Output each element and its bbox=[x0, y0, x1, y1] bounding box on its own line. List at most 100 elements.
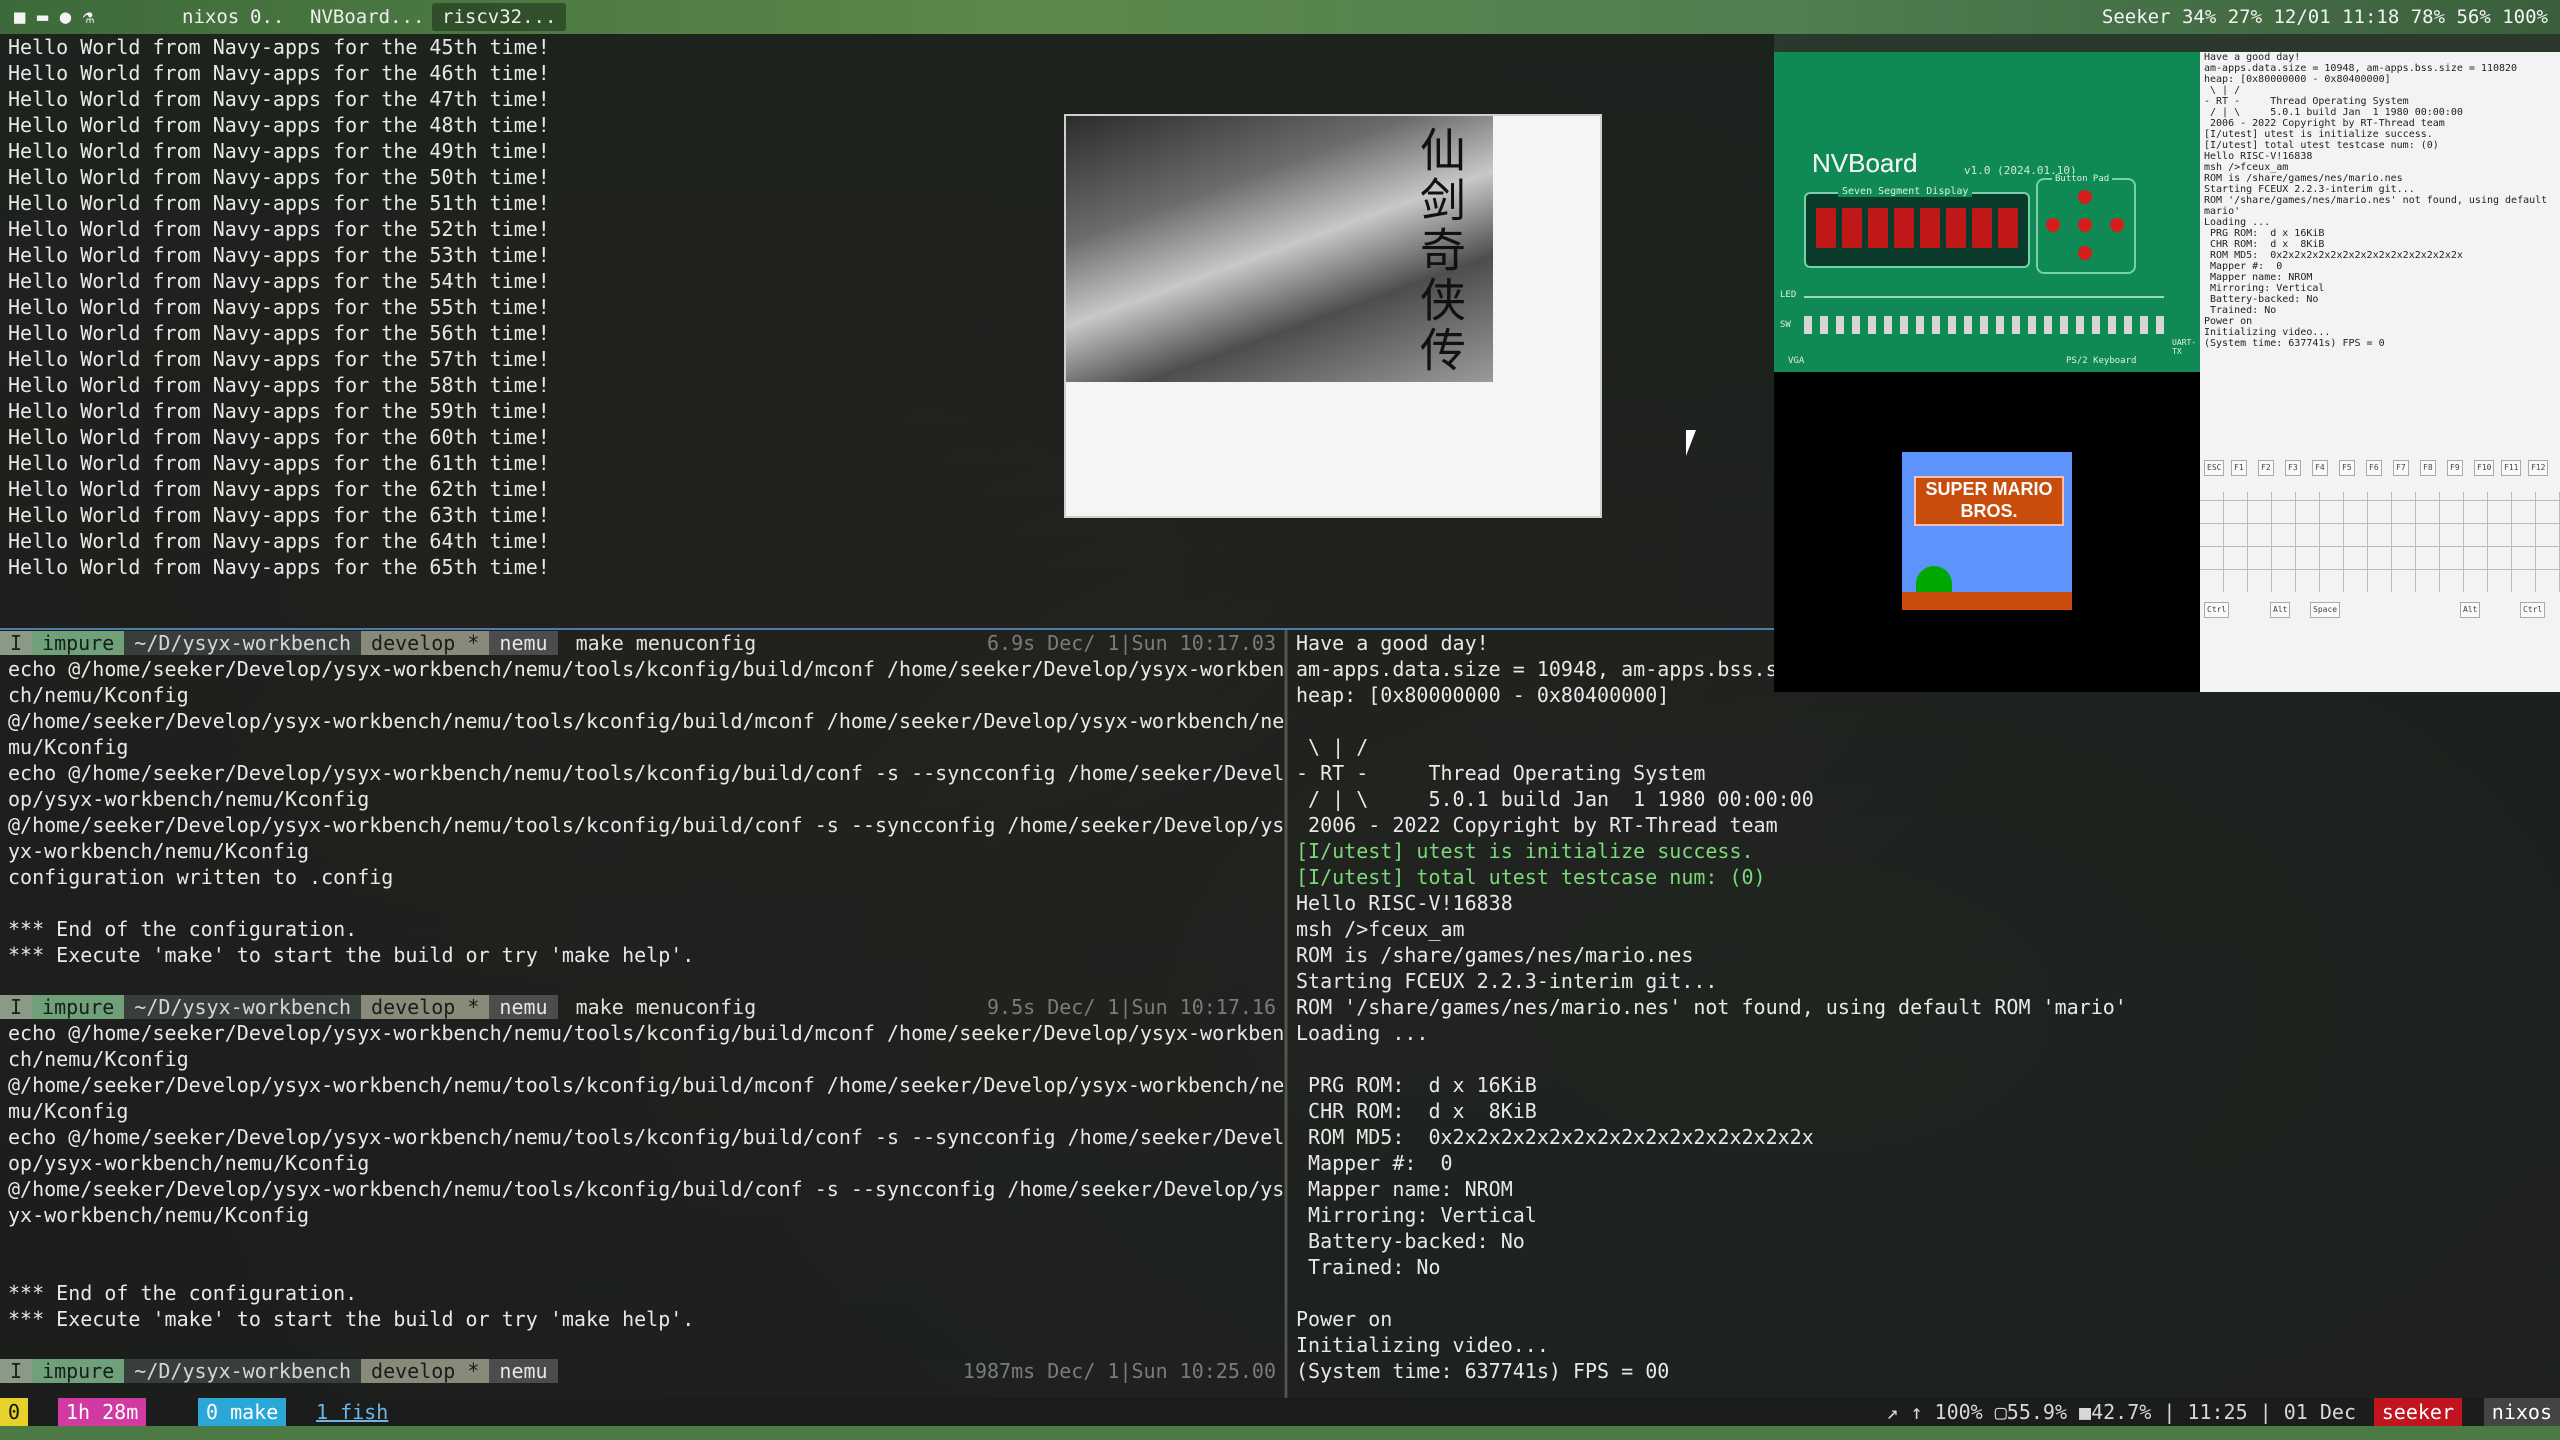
prompt-dir: nemu bbox=[489, 631, 558, 655]
pal-game-window[interactable]: 仙剑奇侠传 bbox=[1064, 114, 1602, 518]
keyboard-key[interactable]: F12 bbox=[2528, 460, 2549, 476]
prompt-dir: nemu bbox=[489, 995, 558, 1019]
keyboard-key[interactable]: F3 bbox=[2285, 460, 2301, 476]
terminal-line: Hello RISC-V!16838 bbox=[1296, 891, 1513, 915]
pad-button-down[interactable] bbox=[2078, 246, 2092, 260]
keyboard-key[interactable]: F8 bbox=[2420, 460, 2436, 476]
terminal-line: ROM MD5: 0x2x2x2x2x2x2x2x2x2x2x2x2x2x2x2… bbox=[1296, 1125, 1814, 1149]
shell-prompt[interactable]: I impure ~/D/ysyx-workbench develop * ne… bbox=[0, 1358, 1284, 1384]
uart-line: Mapper name: NROM bbox=[2204, 272, 2313, 283]
uart-line: Initializing video... bbox=[2204, 327, 2331, 338]
keyboard-key[interactable]: F5 bbox=[2339, 460, 2355, 476]
keyboard-key[interactable]: ESC bbox=[2204, 460, 2225, 476]
terminal-line: Hello World from Navy-apps for the 47th … bbox=[8, 87, 550, 111]
pad-button-right[interactable] bbox=[2110, 218, 2124, 232]
terminal-line: (System time: 637741s) FPS = 00 bbox=[1296, 1359, 1670, 1383]
launcher-icon[interactable]: ■ ▬ ● ⚗ bbox=[14, 4, 94, 30]
nvboard-title-text: NVBoard bbox=[1812, 148, 1918, 178]
workspace-2[interactable]: 0.. bbox=[240, 3, 294, 31]
tab-fish[interactable]: 1 fish bbox=[308, 1398, 396, 1426]
terminal-line: Hello World from Navy-apps for the 45th … bbox=[8, 35, 550, 59]
terminal-line: / | \ 5.0.1 build Jan 1 1980 00:00:00 bbox=[1296, 787, 1814, 811]
segment-digit bbox=[1920, 208, 1940, 248]
uart-line: ROM '/share/games/nes/mario.nes' not fou… bbox=[2204, 195, 2548, 206]
seven-segment-display bbox=[1804, 192, 2030, 268]
prompt-host: impure bbox=[32, 995, 125, 1019]
vga-label: VGA bbox=[1788, 356, 1805, 366]
window-nvboard[interactable]: NVBoard... bbox=[300, 3, 434, 31]
terminal-line: Mirroring: Vertical bbox=[1296, 1203, 1537, 1227]
keyboard-key[interactable]: F11 bbox=[2501, 460, 2522, 476]
keyboard-key[interactable]: F4 bbox=[2312, 460, 2328, 476]
led-label: LED bbox=[1780, 290, 1797, 300]
ps2-keyboard[interactable]: ESC F1 F2 F3 F4 F5 F6 F7 F8 F9 F10 F11 F12 Ctrl Alt Sp… bbox=[2200, 452, 2560, 692]
seg-label: Seven Segment Display bbox=[1838, 186, 1973, 197]
keyboard-key[interactable]: Alt bbox=[2270, 602, 2291, 618]
terminal-line: Hello World from Navy-apps for the 65th … bbox=[8, 555, 550, 579]
keyboard-key[interactable]: F10 bbox=[2474, 460, 2495, 476]
terminal-line: Starting FCEUX 2.2.3-interim git... bbox=[1296, 969, 1718, 993]
keyboard-key[interactable]: Ctrl bbox=[2204, 602, 2230, 618]
uart-line: Loading ... bbox=[2204, 217, 2271, 228]
segment-digit bbox=[1946, 208, 1966, 248]
workspace-nixos[interactable]: nixos bbox=[172, 3, 249, 31]
window-riscv32[interactable]: riscv32... bbox=[432, 3, 567, 31]
uart-line: Have a good day! bbox=[2204, 52, 2301, 63]
keyboard-key[interactable]: Alt bbox=[2460, 602, 2481, 618]
uart-line: Hello RISC-V!16838 bbox=[2204, 151, 2313, 162]
terminal-line: Hello World from Navy-apps for the 64th … bbox=[8, 529, 550, 553]
prompt-mode: I bbox=[0, 995, 33, 1019]
status-session[interactable]: 0 bbox=[0, 1398, 29, 1426]
prompt-git-branch: develop * bbox=[361, 631, 490, 655]
system-status: Seeker 34% 27% 12/01 11:18 78% 56% 100% bbox=[2101, 6, 2548, 28]
keyboard-key[interactable]: F9 bbox=[2447, 460, 2463, 476]
build-terminal[interactable]: I impure ~/D/ysyx-workbench develop * ne… bbox=[0, 630, 1284, 1398]
nvboard-components: NVBoard v1.0 (2024.01.10) Seven Segment … bbox=[1774, 52, 2200, 372]
terminal-line: Loading ... bbox=[1296, 1021, 1429, 1045]
keyboard-keys-grid[interactable] bbox=[2200, 492, 2560, 592]
terminal-line: *** Execute 'make' to start the build or… bbox=[8, 1307, 695, 1331]
terminal-line: mu/Kconfig bbox=[8, 1099, 129, 1123]
mario-logo: SUPER MARIO BROS. bbox=[1914, 476, 2064, 526]
prompt-right-status: 6.9s Dec/ 1|Sun 10:17.03 bbox=[987, 631, 1276, 655]
keyboard-key[interactable]: Ctrl bbox=[2520, 602, 2546, 618]
status-user: seeker bbox=[2373, 1398, 2462, 1426]
status-host: nixos bbox=[2483, 1398, 2560, 1426]
terminal-line: \ | / bbox=[1296, 735, 1369, 759]
prompt-path: ~/D/ysyx-workbench bbox=[124, 1359, 362, 1383]
keyboard-key[interactable]: F7 bbox=[2393, 460, 2409, 476]
uart-terminal[interactable]: Have a good day! am-apps.data.size = 1094… bbox=[2200, 52, 2560, 452]
ground-bricks bbox=[1902, 592, 2072, 610]
nemu-output-terminal[interactable]: Have a good day! am-apps.data.size = 1094… bbox=[1288, 630, 2560, 1398]
terminal-line: Power on bbox=[1296, 1307, 1393, 1331]
terminal-line: *** Execute 'make' to start the build or… bbox=[8, 943, 695, 967]
terminal-line: [I/utest] total utest testcase num: (0) bbox=[1296, 865, 1766, 889]
terminal-line: @/home/seeker/Develop/ysyx-workbench/nem… bbox=[8, 1177, 1284, 1201]
segment-digit bbox=[1816, 208, 1836, 248]
terminal-line: PRG ROM: d x 16KiB bbox=[1296, 1073, 1537, 1097]
prompt-mode: I bbox=[0, 631, 33, 655]
keyboard-key[interactable]: Space bbox=[2310, 602, 2341, 618]
uart-line: Trained: No bbox=[2204, 305, 2277, 316]
pad-button-center[interactable] bbox=[2078, 218, 2092, 232]
keyboard-key[interactable]: F1 bbox=[2231, 460, 2247, 476]
pad-button-left[interactable] bbox=[2046, 218, 2060, 232]
pad-button-up[interactable] bbox=[2078, 190, 2092, 204]
terminal-line: *** End of the configuration. bbox=[8, 1281, 358, 1305]
terminal-line: ROM '/share/games/nes/mario.nes' not fou… bbox=[1296, 995, 2127, 1019]
terminal-line: op/ysyx-workbench/nemu/Kconfig bbox=[8, 1151, 370, 1175]
segment-digit bbox=[1868, 208, 1888, 248]
uart-line: Starting FCEUX 2.2.3-interim git... bbox=[2204, 184, 2415, 195]
status-info: ↗ ↑ 100% ▢55.9% ■42.7% | 11:25 | 01 Dec bbox=[1886, 1400, 2356, 1424]
keyboard-key[interactable]: F2 bbox=[2258, 460, 2274, 476]
keyboard-key[interactable]: F6 bbox=[2366, 460, 2382, 476]
segment-digit bbox=[1842, 208, 1862, 248]
terminal-line: Mapper #: 0 bbox=[1296, 1151, 1453, 1175]
tab-make[interactable]: 0 make bbox=[198, 1398, 287, 1426]
uart-line: CHR ROM: d x 8KiB bbox=[2204, 239, 2325, 250]
switch-row[interactable] bbox=[1804, 316, 2164, 334]
